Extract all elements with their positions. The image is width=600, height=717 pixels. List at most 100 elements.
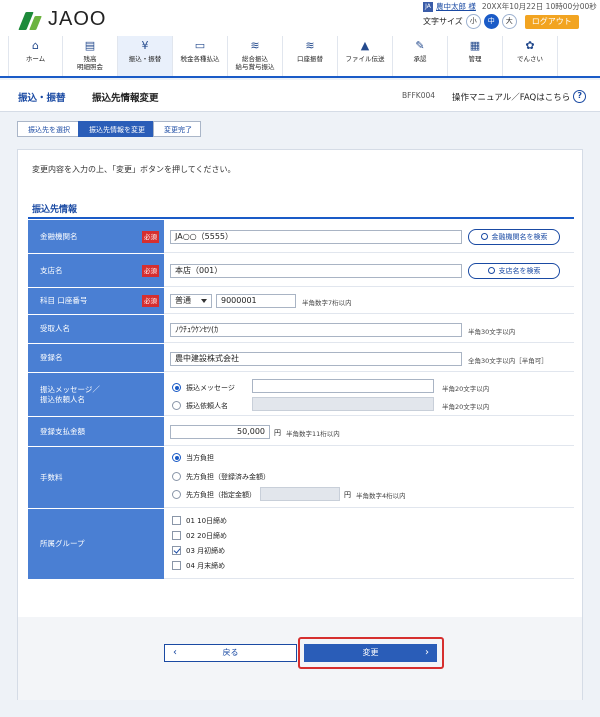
recipient-name-input[interactable]: ﾉｳﾁｭｳｹﾝｾﾂ(ｶ: [170, 323, 462, 337]
nav-label: 管理: [468, 55, 482, 63]
nav-bulk-transfer[interactable]: ≋ 総合振込 給与賞与振込: [228, 36, 283, 76]
row-label: 手数料: [28, 447, 164, 508]
branch-search-button[interactable]: 支店名を検索: [468, 263, 560, 279]
button-label: 支店名を検索: [498, 267, 541, 275]
user-info: JA 農中太郎 様 20XX年10月22日 10時00分00秒: [423, 1, 597, 12]
row-label: 登録支払金額: [28, 417, 164, 446]
nav-transfer[interactable]: ¥ 振込・振替: [118, 36, 173, 76]
group-checkbox-01[interactable]: [172, 516, 181, 525]
row-account: 科目 口座番号 必須 普通 9000001 半角数字7桁以内: [28, 288, 574, 315]
logout-button[interactable]: ログアウト: [524, 14, 579, 29]
message-radio[interactable]: [172, 383, 181, 392]
label-text: 受取人名: [40, 324, 70, 333]
user-badge-icon: JA: [423, 1, 433, 12]
nav-management[interactable]: ▦ 管理: [448, 36, 503, 76]
group-checkbox-04[interactable]: [172, 561, 181, 570]
submit-highlight: 変更 ›: [298, 637, 444, 669]
row-label: 科目 口座番号 必須: [28, 288, 164, 314]
submit-button[interactable]: 変更 ›: [304, 644, 437, 662]
message-input[interactable]: [252, 379, 434, 393]
label-text: 登録名: [40, 353, 63, 362]
font-size-large-button[interactable]: 大: [501, 14, 517, 29]
nav-densai[interactable]: ✿ でんさい: [503, 36, 558, 76]
bank-search-button[interactable]: 金融機関名を検索: [468, 229, 560, 245]
label-line: 振込依頼人名: [40, 394, 85, 404]
account-number-input[interactable]: 9000001: [216, 294, 296, 308]
fee-payee-registered-label: 先方負担（登録済み金額）: [186, 473, 270, 481]
nav-label: ファイル伝送: [345, 55, 385, 63]
chevron-left-icon: ‹: [173, 647, 177, 658]
required-badge: 必須: [142, 230, 159, 243]
required-badge: 必須: [142, 264, 159, 277]
button-label: 金融機関名を検索: [491, 233, 548, 241]
row-body: 普通 9000001 半角数字7桁以内: [164, 288, 574, 314]
home-icon: ⌂: [32, 39, 39, 52]
row-branch: 支店名 必須 本店（001） 支店名を検索: [28, 254, 574, 288]
fee-own-radio[interactable]: [172, 453, 181, 462]
fee-payee-specified-radio[interactable]: [172, 490, 181, 499]
nav-label: 残高 明細照会: [77, 55, 103, 71]
amount-input[interactable]: 50,000: [170, 425, 270, 439]
fee-note: 半角数字4桁以内: [356, 492, 406, 500]
group-label: 01 10日締め: [186, 517, 228, 525]
font-size-label: 文字サイズ: [423, 17, 463, 26]
fee-payee-specified-label: 先方負担（指定金額）: [186, 491, 256, 499]
group-checkbox-03[interactable]: [172, 546, 181, 555]
question-icon: ?: [573, 90, 587, 103]
requester-radio[interactable]: [172, 401, 181, 410]
nav-label: 総合振込 給与賞与振込: [235, 55, 275, 71]
nav-tax[interactable]: ▭ 税金各種払込: [173, 36, 228, 76]
font-size-medium-button[interactable]: 中: [483, 14, 499, 29]
nav-balance[interactable]: ▤ 残高 明細照会: [63, 36, 118, 76]
row-bank: 金融機関名 必須 JA○○（5555） 金融機関名を検索: [28, 220, 574, 254]
account-transfer-icon: ≋: [305, 39, 315, 52]
nav-account-transfer[interactable]: ≋ 口座振替: [283, 36, 338, 76]
nav-label: でんさい: [517, 55, 543, 63]
recipient-note: 半角30文字以内: [468, 328, 516, 336]
row-body: 当方負担 先方負担（登録済み金額） 先方負担（指定金額） 円 半角数字4桁以内: [164, 447, 574, 508]
fee-payee-registered-radio[interactable]: [172, 472, 181, 481]
label-text: 金融機関名: [40, 231, 78, 241]
group-label: 02 20日締め: [186, 532, 228, 540]
row-label: 振込メッセージ／ 振込依頼人名: [28, 373, 164, 416]
section-title: 振込先情報: [32, 205, 78, 215]
label-line: 振込メッセージ／: [40, 384, 100, 394]
label-text: 手数料: [40, 472, 63, 482]
fee-own-label: 当方負担: [186, 454, 214, 462]
search-icon: [480, 233, 488, 240]
logo-text: JAOO: [48, 8, 107, 30]
action-footer: ‹ 戻る 変更 ›: [18, 617, 582, 700]
row-group: 所属グループ 01 10日締め 02 20日締め 03 月初締め 04 月末締め: [28, 509, 574, 580]
login-datetime: 20XX年10月22日 10時00分00秒: [481, 2, 597, 11]
row-label: 受取人名: [28, 315, 164, 343]
group-checkbox-02[interactable]: [172, 531, 181, 540]
registered-name-input[interactable]: 農中建設株式会社: [170, 352, 462, 366]
nav-approval[interactable]: ✎ 承認: [393, 36, 448, 76]
step-complete: 変更完了: [153, 121, 201, 137]
bank-name-input[interactable]: JA○○（5555）: [170, 230, 462, 244]
nav-file-transfer[interactable]: ▲ ファイル伝送: [338, 36, 393, 76]
font-size-small-button[interactable]: 小: [465, 14, 481, 29]
required-badge: 必須: [142, 295, 159, 307]
fee-amount-input[interactable]: [260, 487, 340, 501]
user-name-link[interactable]: 農中太郎 様: [436, 1, 476, 12]
label-text: 登録支払金額: [40, 426, 85, 436]
message-note: 半角20文字以内: [442, 385, 490, 393]
row-body: 農中建設株式会社 全角30文字以内［半角可］: [164, 344, 574, 372]
nav-label: 口座振替: [297, 55, 323, 63]
requester-input[interactable]: [252, 397, 434, 411]
nav-home[interactable]: ⌂ ホーム: [8, 36, 63, 76]
section-name: 振込・振替: [18, 93, 66, 104]
header: JAOO JA 農中太郎 様 20XX年10月22日 10時00分00秒 文字サ…: [0, 0, 600, 36]
branch-name-input[interactable]: 本店（001）: [170, 264, 462, 278]
account-note: 半角数字7桁以内: [302, 299, 352, 307]
chevron-right-icon: ›: [425, 647, 429, 658]
ja-logo: JAOO: [18, 8, 107, 31]
back-button[interactable]: ‹ 戻る: [164, 644, 297, 662]
help-link[interactable]: 操作マニュアル／FAQはこちら?: [452, 90, 587, 103]
search-icon: [487, 267, 495, 274]
row-label: 登録名: [28, 344, 164, 372]
requester-note: 半角20文字以内: [442, 403, 490, 411]
account-type-select[interactable]: 普通: [170, 294, 212, 308]
row-body: 01 10日締め 02 20日締め 03 月初締め 04 月末締め: [164, 509, 574, 579]
